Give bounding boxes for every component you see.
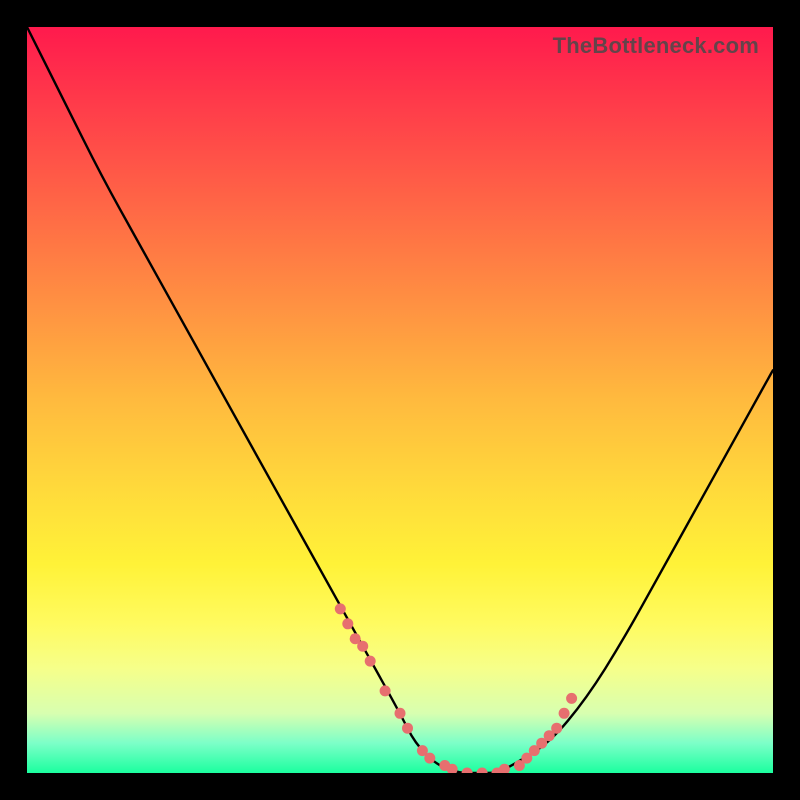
marker-dot <box>551 723 562 734</box>
marker-dot <box>365 656 376 667</box>
marker-dot <box>477 768 488 774</box>
marker-dot <box>380 685 391 696</box>
marker-dot <box>402 723 413 734</box>
curve-group <box>27 27 773 773</box>
marker-dot <box>566 693 577 704</box>
bottleneck-curve <box>27 27 773 773</box>
marker-dot <box>395 708 406 719</box>
marker-dot <box>424 753 435 764</box>
marker-dot <box>499 764 510 773</box>
marker-dot <box>559 708 570 719</box>
chart-svg <box>27 27 773 773</box>
marker-dot <box>462 768 473 774</box>
highlight-markers <box>335 603 577 773</box>
marker-dot <box>357 641 368 652</box>
marker-dot <box>335 603 346 614</box>
chart-frame: TheBottleneck.com <box>27 27 773 773</box>
marker-dot <box>342 618 353 629</box>
